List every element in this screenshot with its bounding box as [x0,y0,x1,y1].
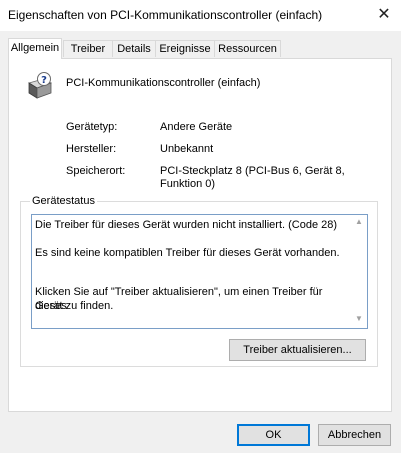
unknown-device-icon: ? [28,72,53,99]
manufacturer-value: Unbekannt [160,143,214,155]
status-line-2: Es sind keine kompatiblen Treiber für di… [35,247,340,259]
cancel-button[interactable]: Abbrechen [318,424,391,446]
status-line-1: Die Treiber für dieses Gerät wurden nich… [35,219,338,231]
ok-button[interactable]: OK [237,424,310,446]
tab-ereignisse[interactable]: Ereignisse [155,40,215,57]
window-title: Eigenschaften von PCI-Kommunikationscont… [8,8,323,22]
tab-ressourcen[interactable]: Ressourcen [214,40,281,57]
device-type-label: Gerätetyp: [66,121,118,133]
manufacturer-label: Hersteller: [66,143,117,155]
scroll-up-icon[interactable]: ▲ [353,217,365,226]
close-icon[interactable]: ✕ [369,2,399,28]
tab-treiber[interactable]: Treiber [63,40,113,57]
title-bar: Eigenschaften von PCI-Kommunikationscont… [0,0,401,31]
status-line-4: Gerät zu finden. [35,300,114,312]
location-label: Speicherort: [66,165,126,177]
device-type-value: Andere Geräte [160,121,233,133]
svg-text:?: ? [41,75,47,86]
device-status-textbox[interactable]: Die Treiber für dieses Gerät wurden nich… [31,214,368,329]
device-status-title: Gerätestatus [30,195,97,207]
tab-allgemein[interactable]: Allgemein [8,38,62,59]
device-name: PCI-Kommunikationscontroller (einfach) [66,77,261,89]
scroll-down-icon[interactable]: ▼ [353,314,365,323]
location-value-line2: Funktion 0) [160,178,216,190]
update-driver-button[interactable]: Treiber aktualisieren... [229,339,366,361]
tab-details[interactable]: Details [112,40,156,57]
